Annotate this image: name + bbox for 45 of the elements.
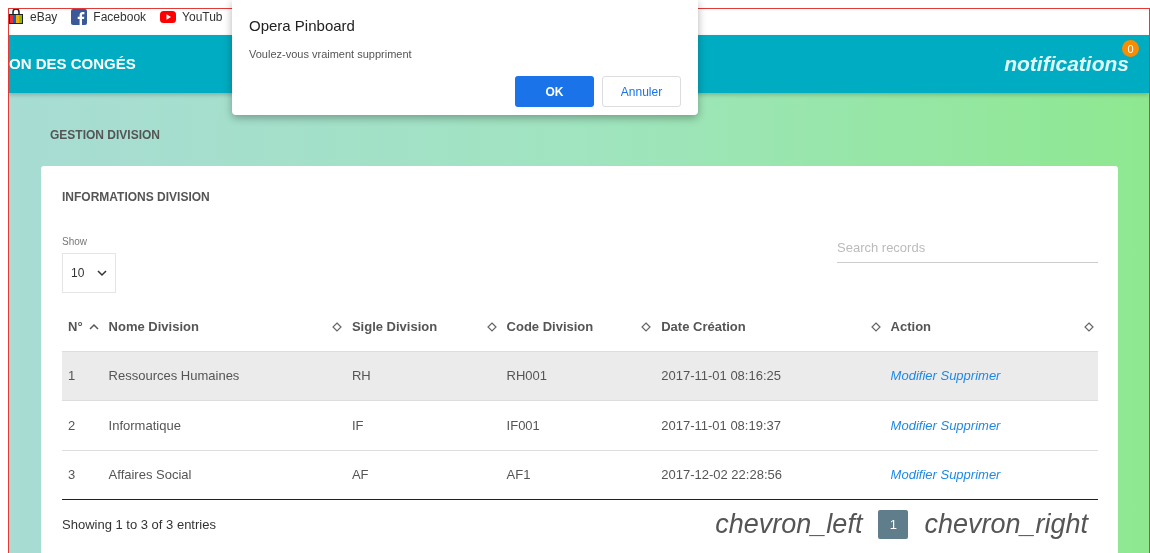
column-header[interactable]: Code Division (500, 317, 656, 337)
table-cell-text: 2017-11-01 08:19:37 (660, 417, 781, 433)
play-icon (160, 9, 177, 25)
table-cell-text: 3 (67, 467, 76, 482)
ok-button[interactable]: OK (515, 76, 594, 107)
facebook-icon (71, 9, 88, 25)
app-title: ON DES CONGÉS (9, 53, 136, 74)
delete-link[interactable]: Supprimer (940, 417, 1001, 433)
cancel-button[interactable]: Annuler (602, 76, 681, 107)
column-header[interactable]: Nome Division (102, 317, 346, 337)
table-cell-text: 2 (67, 417, 76, 433)
bookmark-link[interactable]: Facebook (71, 8, 147, 26)
dialog-title: Opera Pinboard (249, 16, 356, 36)
edit-link[interactable]: Modifier (890, 467, 937, 482)
entries-summary: Showing 1 to 3 of 3 entries (62, 515, 216, 534)
table-cell-text: Affaires Social (107, 467, 192, 482)
column-header[interactable]: N° (62, 317, 103, 337)
page-title: GESTION DIVISION (50, 127, 160, 144)
bookmark-link[interactable]: eBay (8, 8, 58, 26)
table-cell-text: AF (350, 467, 369, 482)
page-size-select[interactable]: 10 (62, 253, 116, 293)
table-cell-text: RH (350, 368, 371, 383)
table-cell-text: 2017-12-02 22:28:56 (660, 467, 782, 482)
table-cell-text: 2017-11-01 08:16:25 (660, 368, 781, 383)
show-label: Show (62, 235, 88, 249)
dialog-message: Voulez-vous vraiment suppriment (249, 46, 413, 62)
previous-page-link[interactable]: chevron_left (715, 504, 863, 545)
delete-link[interactable]: Supprimer (940, 467, 1001, 482)
table-cell-text: AF1 (505, 467, 531, 482)
column-header[interactable]: Sigle Division (345, 317, 501, 337)
column-header[interactable]: Action (884, 317, 1098, 337)
edit-link[interactable]: Modifier (890, 417, 937, 433)
column-header[interactable]: Date Création (655, 317, 885, 337)
table-cell-text: Ressources Humaines (107, 368, 240, 383)
table-cell-text: IF001 (505, 417, 540, 433)
bookmark-link[interactable]: YouTub (160, 8, 223, 26)
table-cell-text: RH001 (505, 368, 548, 383)
page-number[interactable]: 1 (878, 509, 909, 539)
caret-icon (97, 269, 107, 277)
notification-count: 0 (1122, 40, 1139, 58)
table-cell-text: Informatique (107, 417, 181, 433)
card-title: INFORMATIONS DIVISION (62, 189, 211, 206)
table-cell-text: 1 (67, 368, 76, 383)
table-cell-text: IF (350, 417, 364, 433)
next-page-link[interactable]: chevron_right (924, 504, 1088, 545)
